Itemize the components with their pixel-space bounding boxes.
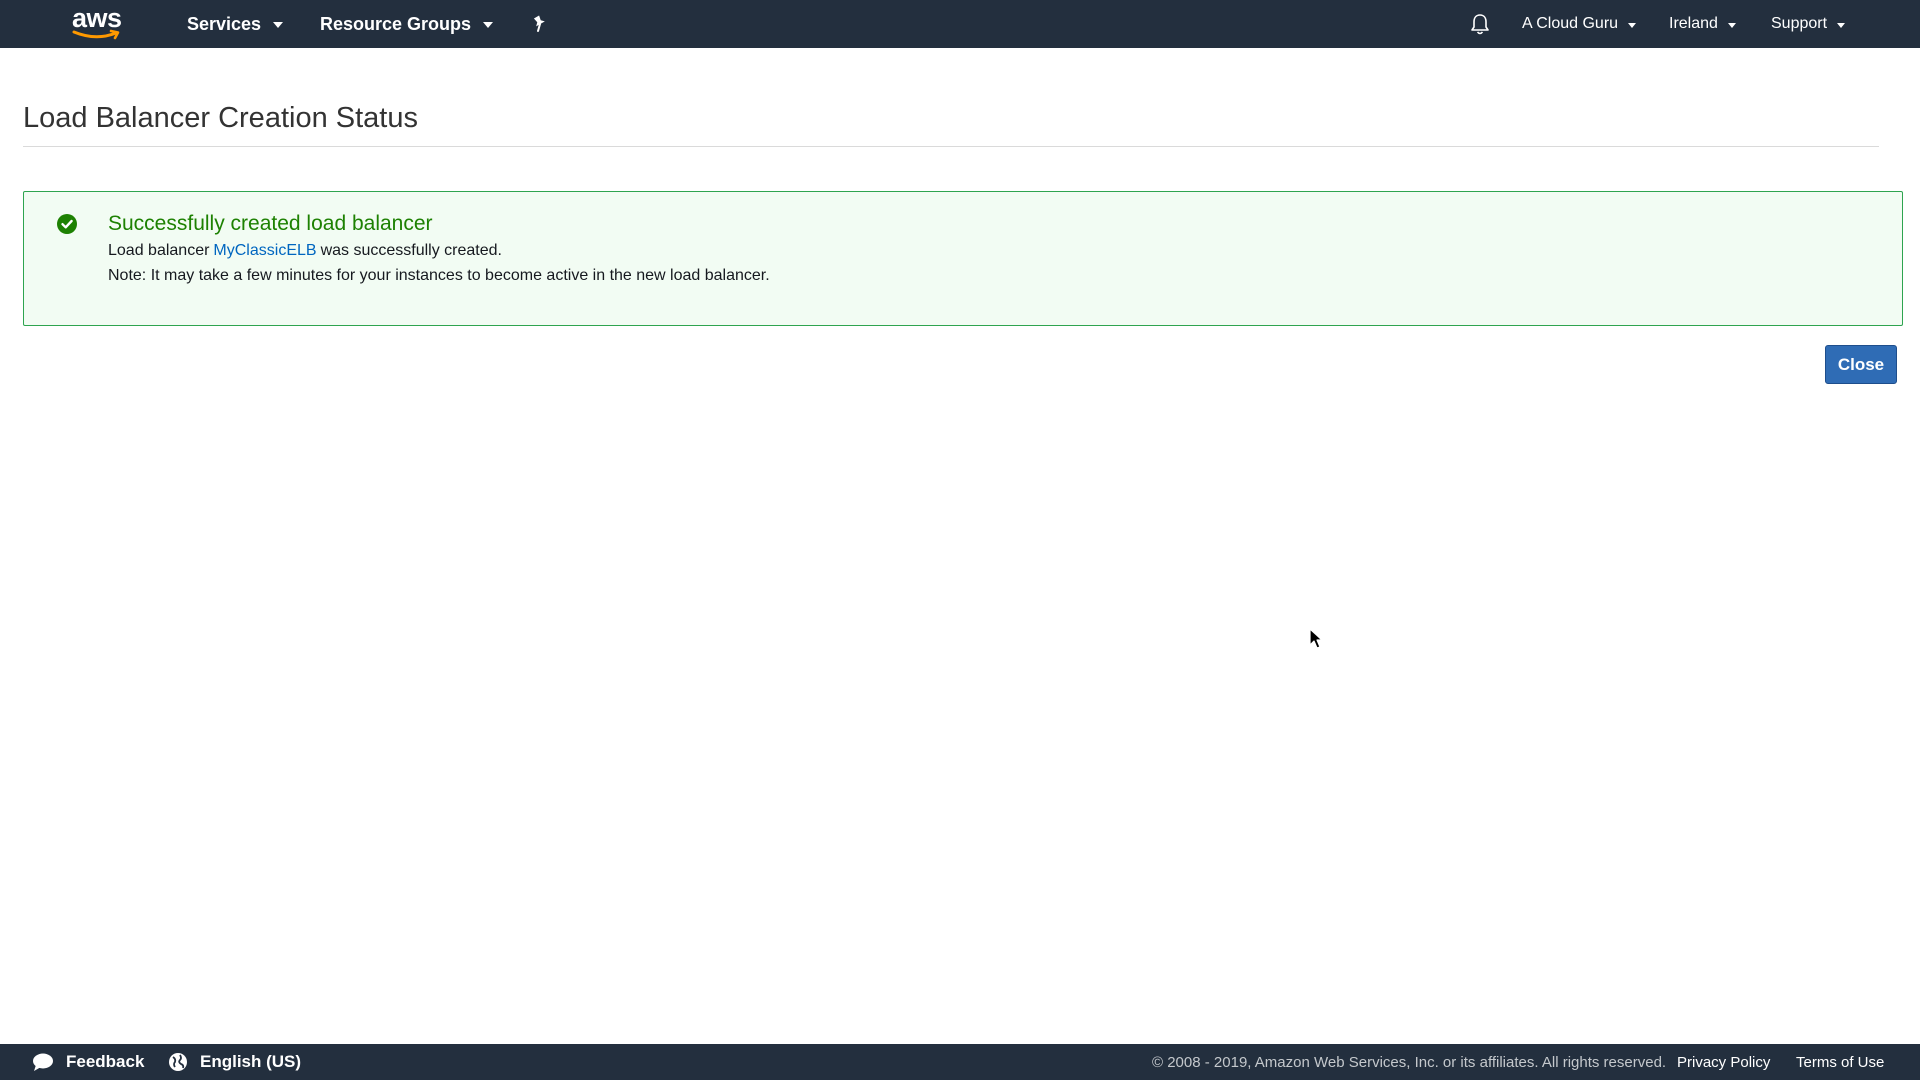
aws-logo-text: aws [72,3,122,33]
language-selector[interactable]: English (US) [168,1044,301,1080]
title-divider [23,146,1879,147]
services-menu[interactable]: Services [187,0,284,48]
aws-logo[interactable]: aws [70,5,124,43]
bell-icon [1471,14,1489,35]
services-label: Services [187,13,262,34]
alert-message-suffix: was successfully created. [320,242,502,259]
region-menu[interactable]: Ireland [1669,0,1736,48]
chevron-down-icon [1628,22,1637,28]
speech-bubble-icon [33,1053,53,1071]
check-circle-icon [57,214,77,234]
mouse-cursor-icon [1309,628,1323,649]
pin-icon [533,15,545,32]
alert-message: Load balancer MyClassicELB was successfull… [108,242,502,260]
privacy-policy-link[interactable]: Privacy Policy [1677,1044,1770,1080]
alert-message-prefix: Load balancer [108,242,210,259]
resource-groups-menu[interactable]: Resource Groups [320,0,494,48]
success-alert: Successfully created load balancer Load … [23,191,1903,326]
footer-bar: Feedback English (US) © 2008 - 2019, Ama… [0,1044,1920,1080]
resource-groups-label: Resource Groups [320,13,472,34]
chevron-down-icon [1837,22,1846,28]
load-balancer-link[interactable]: MyClassicELB [213,242,316,259]
chevron-down-icon [483,22,494,28]
alert-note: Note: It may take a few minutes for your… [108,267,770,284]
terms-of-use-link[interactable]: Terms of Use [1796,1044,1884,1080]
support-menu[interactable]: Support [1771,0,1846,48]
notifications-button[interactable] [1468,0,1492,48]
account-menu[interactable]: A Cloud Guru [1522,0,1637,48]
copyright-text: © 2008 - 2019, Amazon Web Services, Inc.… [1152,1053,1667,1071]
language-label: English (US) [200,1052,302,1071]
support-label: Support [1771,15,1828,32]
close-button[interactable]: Close [1825,345,1897,384]
feedback-label: Feedback [66,1052,145,1071]
globe-icon [169,1053,187,1071]
region-label: Ireland [1669,15,1718,32]
page-title: Load Balancer Creation Status [23,102,418,134]
account-label: A Cloud Guru [1522,15,1619,32]
alert-title: Successfully created load balancer [108,212,433,235]
feedback-button[interactable]: Feedback [32,1044,144,1080]
top-navigation-bar: aws Services Resource Groups A Cloud Gur… [0,0,1920,48]
chevron-down-icon [273,22,284,28]
aws-smile-icon [72,29,120,40]
pin-button[interactable] [530,0,550,48]
chevron-down-icon [1727,22,1736,28]
